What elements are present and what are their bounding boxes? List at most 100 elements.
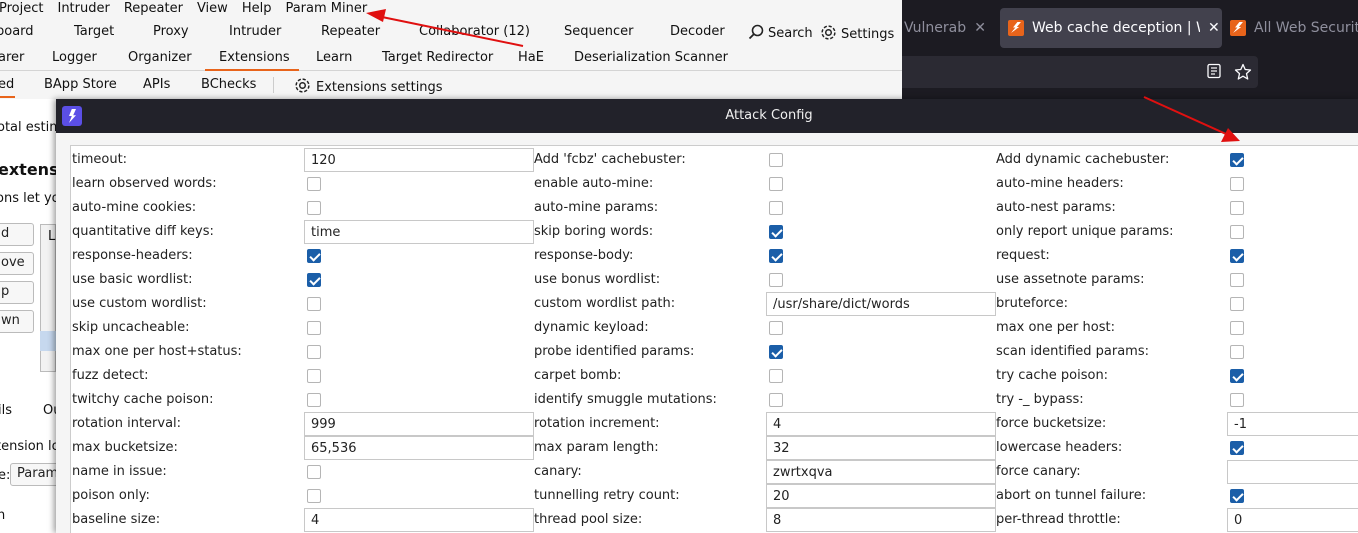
field-rotation-increment[interactable] <box>766 412 996 436</box>
close-icon[interactable]: ✕ <box>974 20 986 36</box>
checkbox-skip-uncacheable[interactable] <box>307 321 321 335</box>
field-rotation-interval[interactable] <box>304 412 534 436</box>
checkbox-identify-smuggle-mutations[interactable] <box>769 393 783 407</box>
checkbox-max-one-per-host-status[interactable] <box>307 345 321 359</box>
field-timeout[interactable] <box>304 148 534 172</box>
field-baseline-size[interactable] <box>304 508 534 532</box>
checkbox-enable-auto-mine[interactable] <box>769 177 783 191</box>
browser-tab-vulnerabilities[interactable]: Vulnerabili ✕ <box>904 8 986 48</box>
search-button[interactable]: Search <box>748 24 813 41</box>
menu-repeater[interactable]: Repeater <box>117 0 190 20</box>
subtab-extensions-settings[interactable]: Extensions settings <box>294 77 443 95</box>
field-tunnelling-retry-count[interactable] <box>766 484 996 508</box>
checkbox-scan-identified-params[interactable] <box>1230 345 1244 359</box>
bookmark-star-icon[interactable] <box>1234 63 1252 85</box>
tab-comparer[interactable]: arer <box>0 50 24 65</box>
url-bar[interactable] <box>902 56 1258 88</box>
checkbox-response-body[interactable] <box>769 249 783 263</box>
menu-view[interactable]: View <box>190 0 235 20</box>
tab-logger[interactable]: Logger <box>52 50 97 65</box>
menu-help[interactable]: Help <box>235 0 279 20</box>
field-max-param-length[interactable] <box>766 436 996 460</box>
reader-view-icon[interactable] <box>1206 63 1222 83</box>
extensions-subtabs: ed BApp Store APIs BChecks Extensions se… <box>0 71 902 99</box>
dialog-title-bar[interactable]: Attack Config <box>56 99 1358 133</box>
tab-hae[interactable]: HaE <box>518 50 544 65</box>
browser-tab-web-cache-deception[interactable]: Web cache deception | We ✕ <box>1000 8 1222 48</box>
field-force-canary[interactable] <box>1227 460 1358 484</box>
tab-deserialization-scanner[interactable]: Deserialization Scanner <box>574 50 728 65</box>
tab-learn[interactable]: Learn <box>316 50 352 65</box>
checkbox-lowercase-headers[interactable] <box>1230 441 1244 455</box>
label-force-canary: force canary: <box>996 464 1081 479</box>
checkbox-fuzz-detect[interactable] <box>307 369 321 383</box>
tab-collaborator[interactable]: Collaborator (12) <box>419 24 530 39</box>
tab-target-redirector[interactable]: Target Redirector <box>382 50 493 65</box>
remove-button[interactable]: ove <box>0 252 34 275</box>
checkbox-try-bypass[interactable] <box>1230 393 1244 407</box>
browser-tab-all-web-security[interactable]: All Web Security <box>1230 8 1358 48</box>
tab-decoder[interactable]: Decoder <box>670 24 725 39</box>
checkbox-twitchy-cache-poison[interactable] <box>307 393 321 407</box>
add-button[interactable]: d <box>0 223 34 246</box>
checkbox-add-fcbz-cachebuster[interactable] <box>769 153 783 167</box>
checkbox-carpet-bomb[interactable] <box>769 369 783 383</box>
checkbox-poison-only[interactable] <box>307 489 321 503</box>
label-use-assetnote-params: use assetnote params: <box>996 272 1145 287</box>
checkbox-auto-mine-params[interactable] <box>769 201 783 215</box>
label-poison-only: poison only: <box>72 488 150 503</box>
tab-details[interactable]: ils <box>0 403 12 418</box>
field-quantitative-diff-keys[interactable] <box>304 220 534 244</box>
checkbox-use-basic-wordlist[interactable] <box>307 273 321 287</box>
checkbox-auto-nest-params[interactable] <box>1230 201 1244 215</box>
checkbox-add-dynamic-cachebuster[interactable] <box>1230 153 1244 167</box>
tab-organizer[interactable]: Organizer <box>128 50 192 65</box>
checkbox-learn-observed-words[interactable] <box>307 177 321 191</box>
tab-intruder[interactable]: Intruder <box>229 24 281 39</box>
field-max-bucketsize[interactable] <box>304 436 534 460</box>
checkbox-request[interactable] <box>1230 249 1244 263</box>
label-twitchy-cache-poison: twitchy cache poison: <box>72 392 214 407</box>
list-column-header: L <box>48 229 56 244</box>
menu-project[interactable]: Project <box>0 0 50 20</box>
subtab-installed[interactable]: ed <box>0 77 14 92</box>
up-button[interactable]: p <box>0 281 34 304</box>
tab-repeater[interactable]: Repeater <box>321 24 380 39</box>
checkbox-use-assetnote-params[interactable] <box>1230 273 1244 287</box>
checkbox-use-bonus-wordlist[interactable] <box>769 273 783 287</box>
tab-extensions[interactable]: Extensions <box>219 50 290 65</box>
subtab-bchecks[interactable]: BChecks <box>201 77 256 92</box>
menu-param-miner[interactable]: Param Miner <box>278 0 374 20</box>
checkbox-max-one-per-host[interactable] <box>1230 321 1244 335</box>
field-thread-pool-size[interactable] <box>766 508 996 532</box>
checkbox-response-headers[interactable] <box>307 249 321 263</box>
field-per-thread-throttle[interactable] <box>1227 508 1358 532</box>
selected-extension-row[interactable] <box>40 331 56 351</box>
checkbox-bruteforce[interactable] <box>1230 297 1244 311</box>
field-force-bucketsize[interactable] <box>1227 412 1358 436</box>
tab-sequencer[interactable]: Sequencer <box>564 24 633 39</box>
checkbox-dynamic-keyload[interactable] <box>769 321 783 335</box>
checkbox-skip-boring-words[interactable] <box>769 225 783 239</box>
checkbox-auto-mine-headers[interactable] <box>1230 177 1244 191</box>
checkbox-try-cache-poison[interactable] <box>1230 369 1244 383</box>
settings-button[interactable]: Settings <box>820 24 894 42</box>
subtab-bapp-store[interactable]: BApp Store <box>44 77 117 92</box>
tab-dashboard[interactable]: board <box>0 24 34 39</box>
checkbox-name-in-issue[interactable] <box>307 465 321 479</box>
checkbox-use-custom-wordlist[interactable] <box>307 297 321 311</box>
menu-intruder[interactable]: Intruder <box>50 0 116 20</box>
checkbox-abort-on-tunnel-failure[interactable] <box>1230 489 1244 503</box>
extension-loaded-label: tension lo <box>0 439 60 454</box>
checkbox-only-report-unique-params[interactable] <box>1230 225 1244 239</box>
tab-target[interactable]: Target <box>74 24 114 39</box>
checkbox-auto-mine-cookies[interactable] <box>307 201 321 215</box>
field-canary[interactable] <box>766 460 996 484</box>
down-button[interactable]: wn <box>0 310 34 333</box>
checkbox-probe-identified-params[interactable] <box>769 345 783 359</box>
close-icon[interactable]: ✕ <box>1208 20 1220 36</box>
tab-proxy[interactable]: Proxy <box>153 24 189 39</box>
field-custom-wordlist-path[interactable] <box>766 292 996 316</box>
extension-type-select[interactable]: Param <box>10 463 60 486</box>
subtab-apis[interactable]: APIs <box>143 77 170 92</box>
